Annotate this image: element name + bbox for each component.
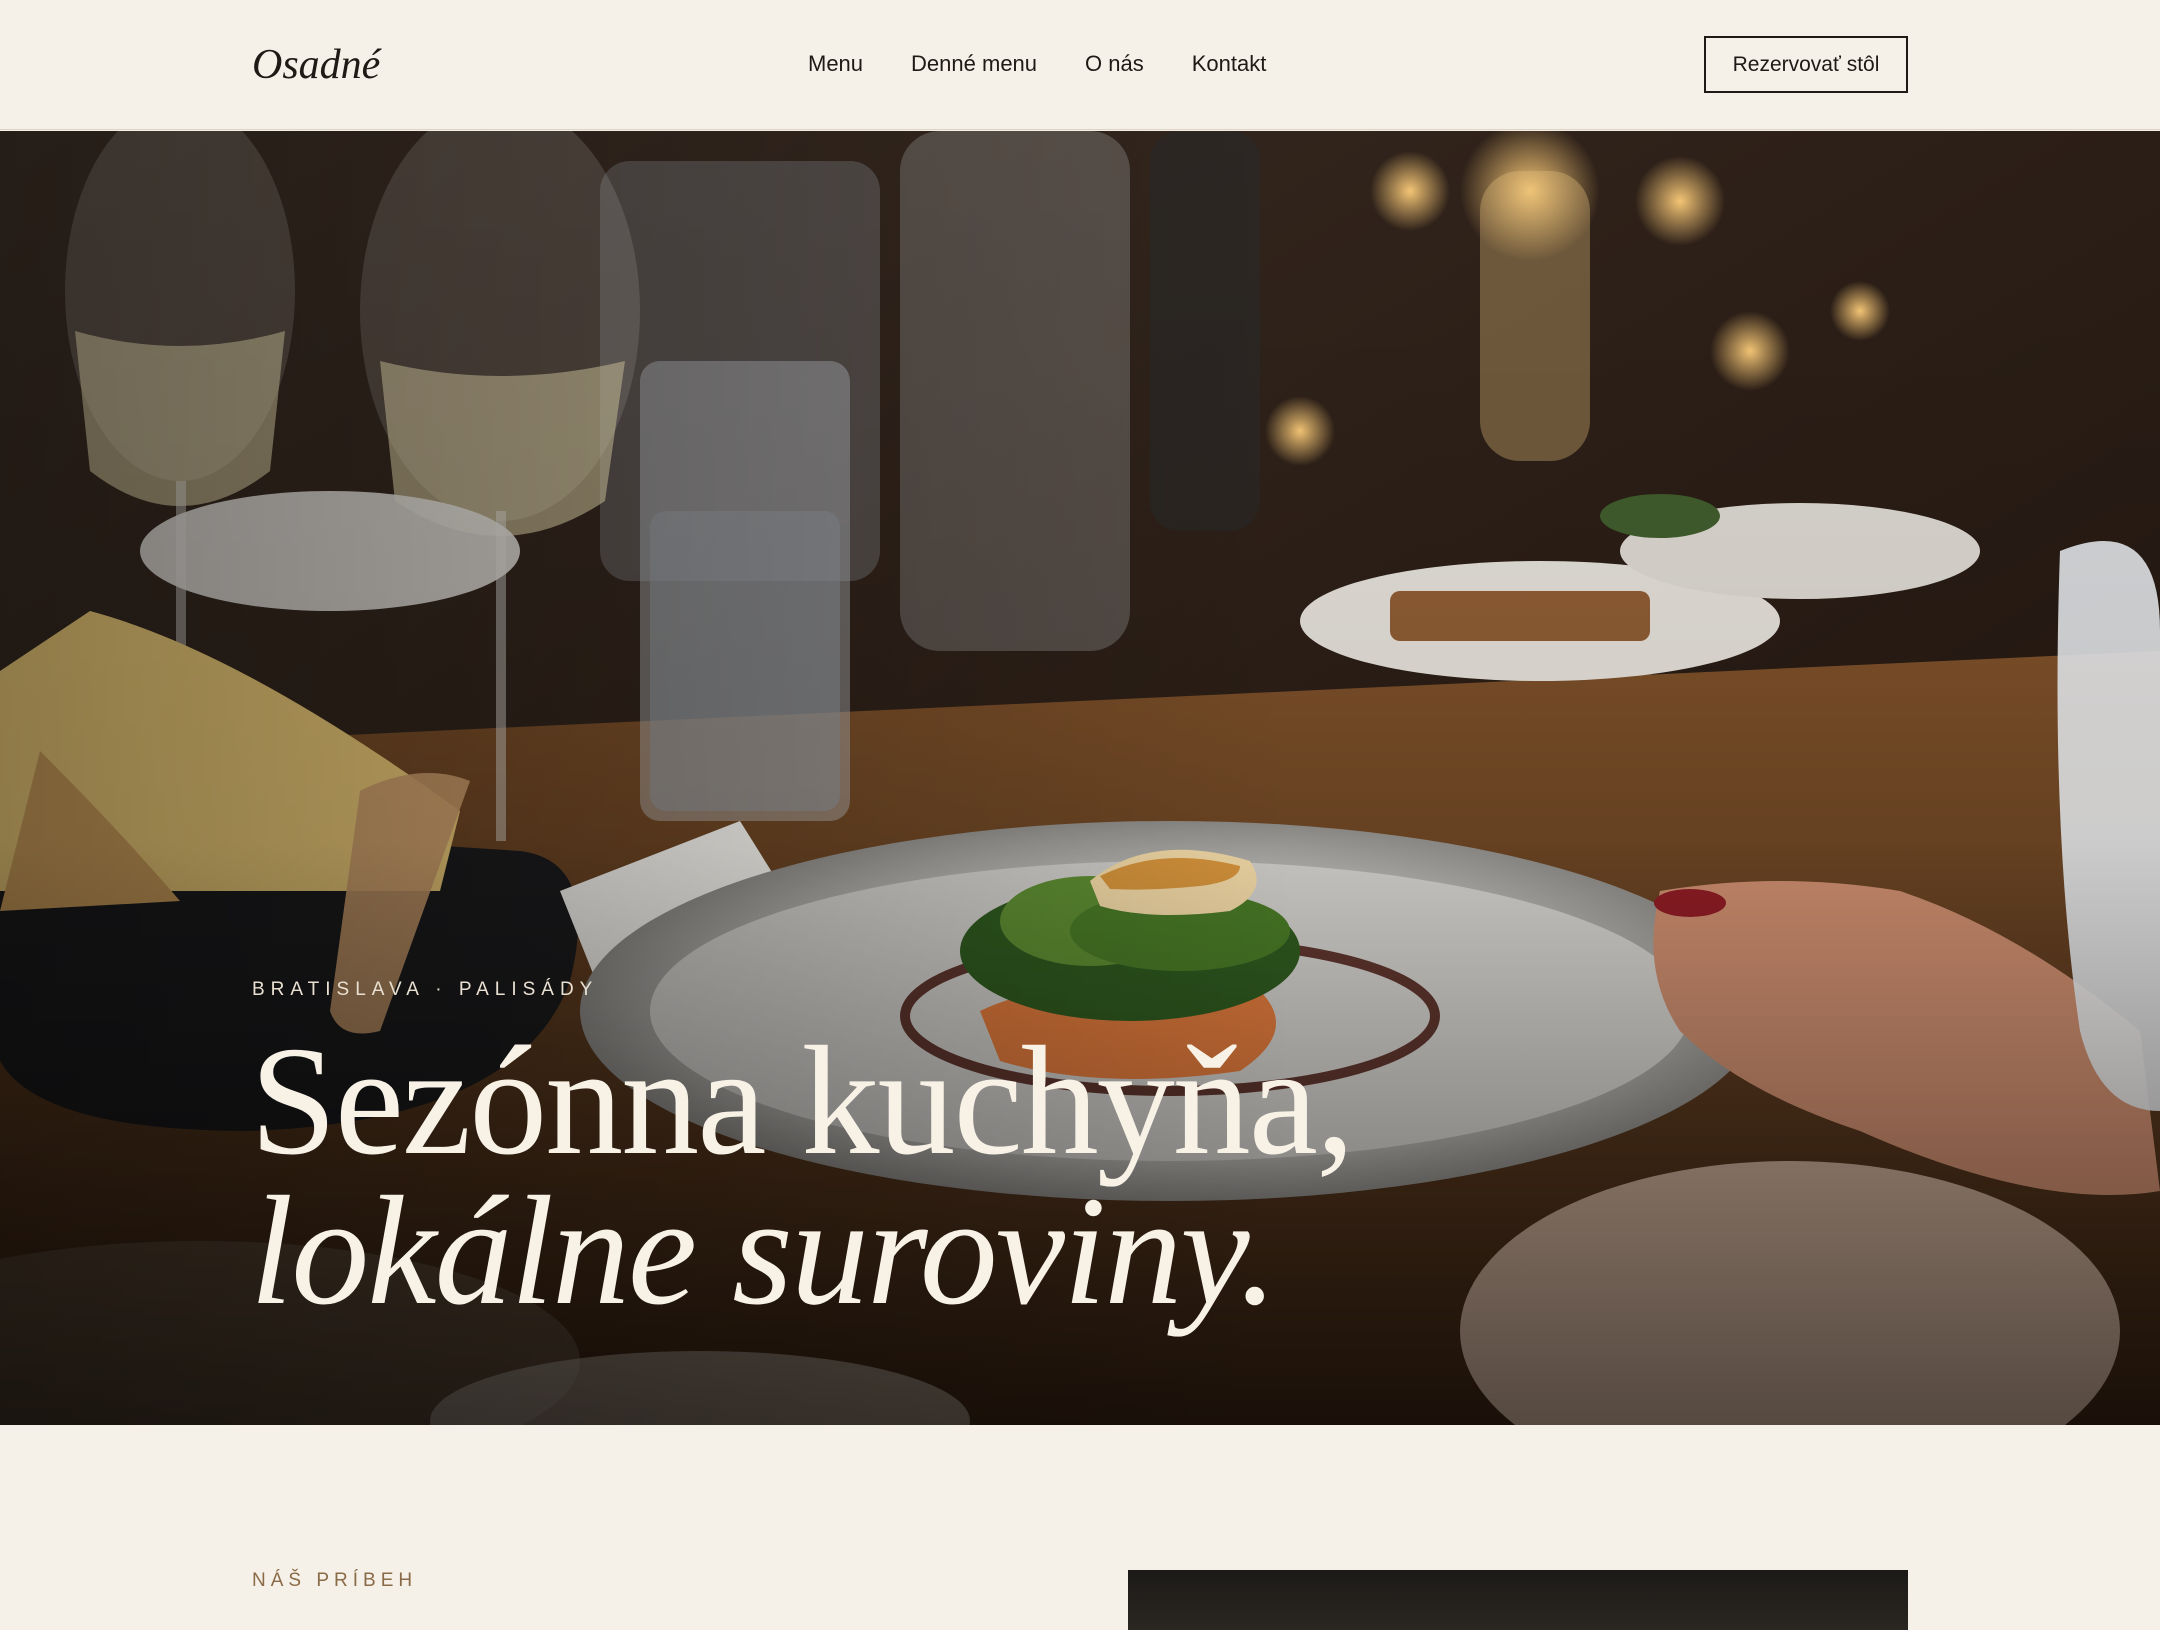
- hero-title-line1: Sezónna kuchyňa,: [250, 1014, 1355, 1187]
- nav-link-menu[interactable]: Menu: [808, 48, 863, 80]
- nav-link-daily-menu[interactable]: Denné menu: [911, 48, 1037, 80]
- hero-title: Sezónna kuchyňa, lokálne suroviny.: [250, 1023, 1355, 1337]
- logo[interactable]: Osadné: [252, 40, 380, 90]
- hero-title-line2: lokálne suroviny.: [250, 1164, 1278, 1337]
- site-header: Osadné Menu Denné menu O nás Kontakt Rez…: [0, 0, 2160, 130]
- story-eyebrow: NÁŠ PRÍBEH: [252, 1570, 418, 1591]
- hero-eyebrow: BRATISLAVA · PALISÁDY: [252, 979, 599, 1000]
- main-nav: Menu Denné menu O nás Kontakt: [808, 48, 1266, 80]
- hero: BRATISLAVA · PALISÁDY Sezónna kuchyňa, l…: [0, 131, 2160, 1425]
- story-image: [1128, 1570, 1908, 1630]
- nav-link-contact[interactable]: Kontakt: [1192, 48, 1267, 80]
- nav-link-about[interactable]: O nás: [1085, 48, 1144, 80]
- reserve-table-button[interactable]: Rezervovať stôl: [1704, 36, 1908, 93]
